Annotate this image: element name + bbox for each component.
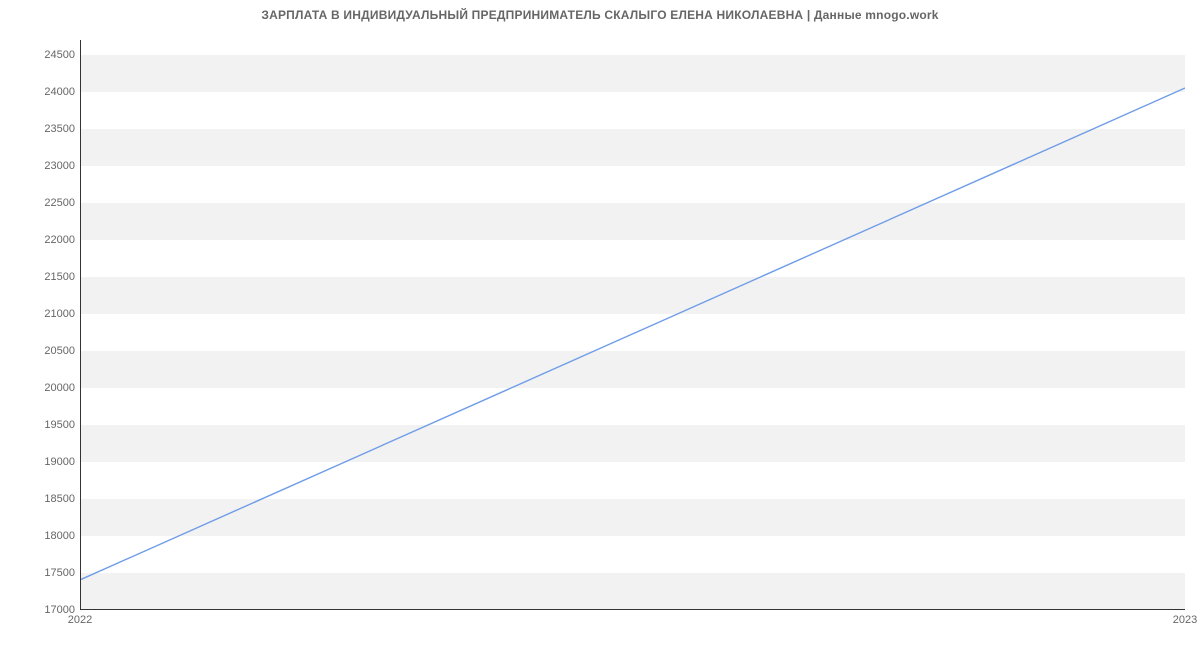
y-tick-label: 21000 [5,308,75,320]
chart-container: ЗАРПЛАТА В ИНДИВИДУАЛЬНЫЙ ПРЕДПРИНИМАТЕЛ… [0,0,1200,650]
line-series [81,40,1185,609]
y-tick-label: 18500 [5,493,75,505]
y-tick-label: 24500 [5,49,75,61]
y-tick-label: 20500 [5,345,75,357]
y-tick-label: 17000 [5,604,75,616]
chart-title: ЗАРПЛАТА В ИНДИВИДУАЛЬНЫЙ ПРЕДПРИНИМАТЕЛ… [0,8,1200,22]
y-tick-label: 22500 [5,197,75,209]
x-tick-label: 2022 [68,614,92,626]
y-tick-label: 19000 [5,456,75,468]
y-tick-label: 23500 [5,123,75,135]
y-tick-label: 20000 [5,382,75,394]
plot-area [80,40,1185,610]
y-tick-label: 18000 [5,530,75,542]
y-tick-label: 17500 [5,567,75,579]
y-tick-label: 24000 [5,86,75,98]
y-tick-label: 23000 [5,160,75,172]
y-tick-label: 19500 [5,419,75,431]
x-tick-label: 2023 [1173,614,1197,626]
y-tick-label: 22000 [5,234,75,246]
y-tick-label: 21500 [5,271,75,283]
